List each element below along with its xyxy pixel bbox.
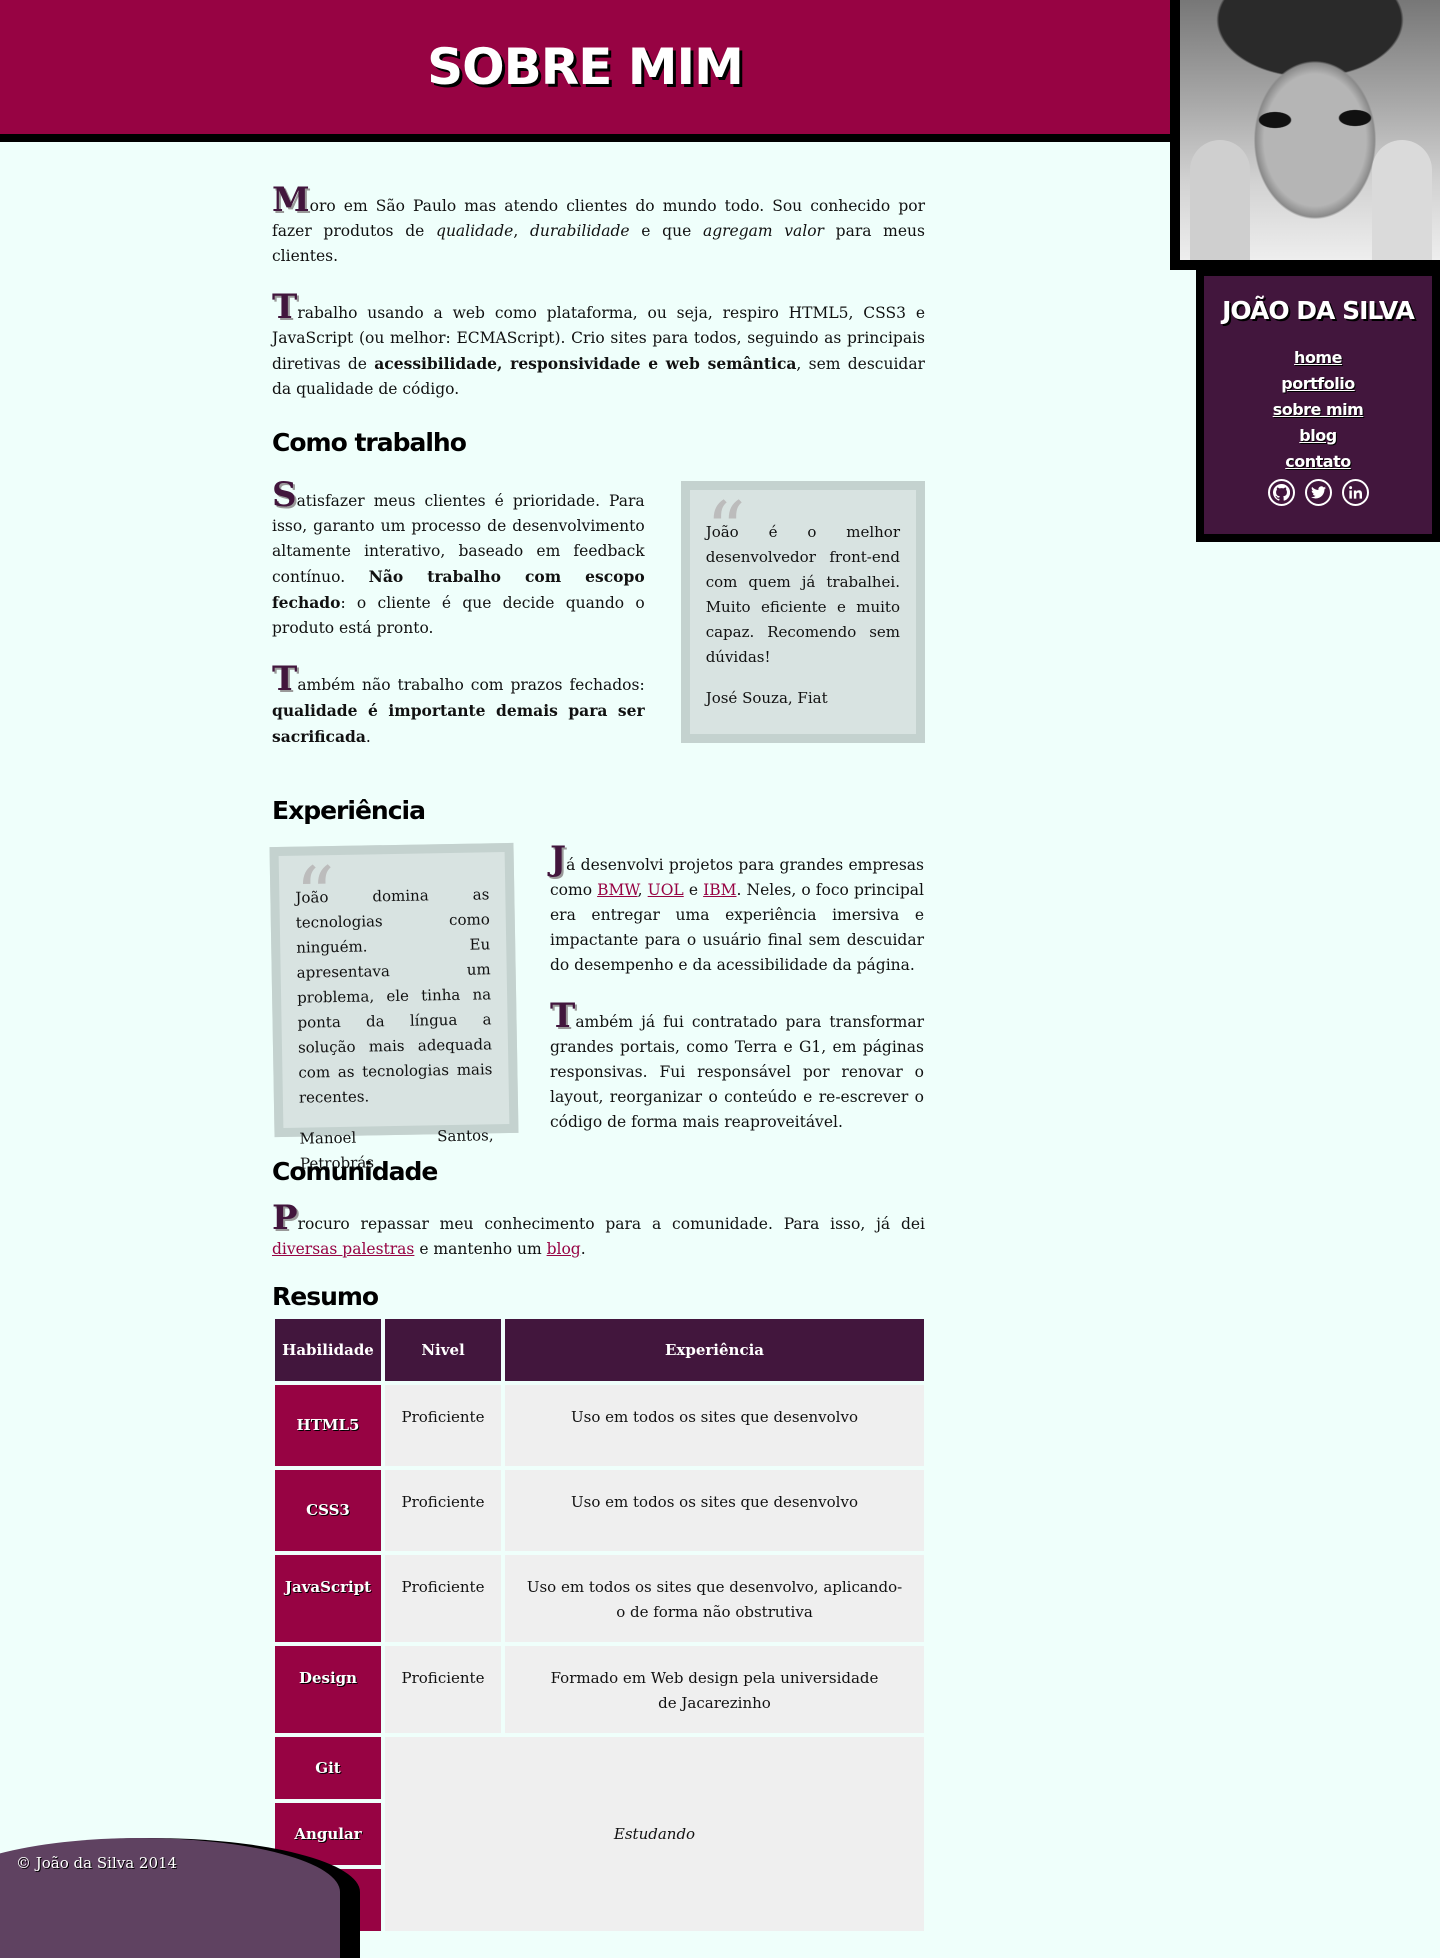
drop-cap: M [272, 180, 310, 220]
level-cell: Proficiente [385, 1470, 501, 1551]
page-title: SOBRE MIM [427, 38, 744, 96]
nav-blog[interactable]: blog [1204, 423, 1432, 449]
skill-cell: CSS3 [275, 1470, 381, 1551]
nav-sobre-mim[interactable]: sobre mim [1204, 397, 1432, 423]
text: , [513, 222, 530, 240]
twitter-icon[interactable] [1304, 479, 1332, 506]
link-blog[interactable]: blog [547, 1240, 581, 1258]
table-row: CSS3 Proficiente Uso em todos os sites q… [275, 1470, 924, 1551]
link-ibm[interactable]: IBM [703, 881, 736, 899]
comunidade-paragraph: Procuro repassar meu conhecimento para a… [272, 1201, 925, 1262]
como-trabalho-row: Satisfazer meus clientes é prioridade. P… [272, 478, 925, 778]
intro-paragraph-1: Moro em São Paulo mas atendo clientes do… [272, 183, 925, 269]
section-title-resumo: Resumo [272, 1282, 379, 1311]
link-uol[interactable]: UOL [648, 881, 684, 899]
text: ambém não trabalho com prazos fechados: [297, 676, 645, 694]
drop-cap: P [272, 1198, 298, 1238]
emphasis: durabilidade [529, 222, 630, 240]
column-header-experiencia: Experiência [505, 1319, 924, 1381]
como-trabalho-paragraph-2: Também não trabalho com prazos fechados:… [272, 662, 645, 750]
text: e que [629, 222, 703, 240]
drop-cap: T [272, 659, 298, 699]
main-content: Moro em São Paulo mas atendo clientes do… [269, 183, 928, 1935]
table-header-row: Habilidade Nivel Experiência [275, 1319, 924, 1381]
text: , [637, 881, 648, 899]
column-header-habilidade: Habilidade [275, 1319, 381, 1381]
linkedin-icon[interactable] [1341, 479, 1369, 506]
emphasis: qualidade [436, 222, 514, 240]
footer-copyright: © João da Silva 2014 [16, 1854, 178, 1872]
page-header: SOBRE MIM [0, 0, 1170, 142]
sidebar-panel: JOÃO DA SILVA home portfolio sobre mim b… [1204, 276, 1432, 534]
skills-table: Habilidade Nivel Experiência HTML5 Profi… [271, 1315, 928, 1935]
section-title-como-trabalho: Como trabalho [272, 428, 467, 457]
skill-cell: HTML5 [275, 1385, 381, 1466]
sidebar: JOÃO DA SILVA home portfolio sobre mim b… [1196, 268, 1440, 542]
github-icon[interactable] [1267, 479, 1295, 506]
nav-home[interactable]: home [1204, 345, 1432, 371]
experience-cell: Uso em todos os sites que desenvolvo [505, 1385, 924, 1466]
nav-portfolio[interactable]: portfolio [1204, 371, 1432, 397]
experiencia-paragraph-2: Também já fui contratado para transforma… [550, 999, 924, 1135]
drop-cap: T [550, 996, 576, 1036]
intro-paragraph-2: Trabalho usando a web como plataforma, o… [272, 290, 925, 402]
text: e [683, 881, 704, 899]
nav-contato[interactable]: contato [1204, 449, 1432, 475]
table-row: Design Proficiente Formado em Web design… [275, 1646, 924, 1733]
link-palestras[interactable]: diversas palestras [272, 1240, 414, 1258]
experience-cell: Uso em todos os sites que desenvolvo, ap… [505, 1555, 924, 1642]
level-cell: Proficiente [385, 1385, 501, 1466]
photo-hand-left [1190, 140, 1250, 260]
text: ambém já fui contratado para transformar… [550, 1013, 924, 1131]
quote-text: João é o melhor desenvolvedor front-end … [705, 523, 900, 666]
experience-cell: Uso em todos os sites que desenvolvo [505, 1470, 924, 1551]
como-trabalho-text: Satisfazer meus clientes é prioridade. P… [272, 478, 645, 778]
sidebar-name: JOÃO DA SILVA [1222, 296, 1415, 325]
link-bmw[interactable]: BMW [597, 881, 637, 899]
studying-cell: Estudando [385, 1737, 924, 1931]
drop-cap: S [272, 475, 297, 515]
table-row: JavaScript Proficiente Uso em todos os s… [275, 1555, 924, 1642]
level-cell: Proficiente [385, 1646, 501, 1733]
quote-author: Manoel Santos, Petrobrás [299, 1126, 494, 1173]
profile-photo-frame [1170, 0, 1440, 270]
section-title-experiencia: Experiência [272, 796, 426, 825]
main-nav: home portfolio sobre mim blog contato [1204, 345, 1432, 475]
quote-text: João domina as tecnologias como ninguém.… [295, 885, 493, 1107]
experience-cell: Formado em Web design pela universidade … [505, 1646, 924, 1733]
social-links [1204, 479, 1432, 506]
experiencia-row: “ João domina as tecnologias como ningué… [269, 842, 925, 1173]
strong-text: acessibilidade, responsividade e web sem… [374, 354, 797, 373]
table-row: Git Estudando [275, 1737, 924, 1931]
skill-cell: Git [275, 1737, 381, 1799]
drop-cap: T [272, 287, 298, 327]
como-trabalho-paragraph-1: Satisfazer meus clientes é prioridade. P… [272, 478, 645, 641]
column-header-nivel: Nivel [385, 1319, 501, 1381]
testimonial-quote-1: “ João é o melhor desenvolvedor front-en… [680, 481, 925, 743]
experiencia-text: Já desenvolvi projetos para grandes empr… [550, 842, 924, 1163]
text: rocuro repassar meu conhecimento para a … [297, 1215, 925, 1233]
skill-cell: JavaScript [275, 1555, 381, 1642]
testimonial-quote-2: “ João domina as tecnologias como ningué… [269, 842, 519, 1173]
strong-text: qualidade é importante demais para ser s… [272, 701, 645, 746]
skill-cell: Design [275, 1646, 381, 1733]
quote-author: José Souza, Fiat [705, 689, 828, 707]
level-cell: Proficiente [385, 1555, 501, 1642]
profile-photo [1180, 0, 1440, 260]
drop-cap: J [550, 839, 567, 879]
emphasis: agregam valor [702, 222, 824, 240]
photo-hand-right [1372, 140, 1432, 260]
text: e mantenho um [414, 1240, 547, 1258]
experiencia-paragraph-1: Já desenvolvi projetos para grandes empr… [550, 842, 924, 978]
text: . [580, 1240, 586, 1258]
text: . [365, 728, 371, 746]
table-row: HTML5 Proficiente Uso em todos os sites … [275, 1385, 924, 1466]
